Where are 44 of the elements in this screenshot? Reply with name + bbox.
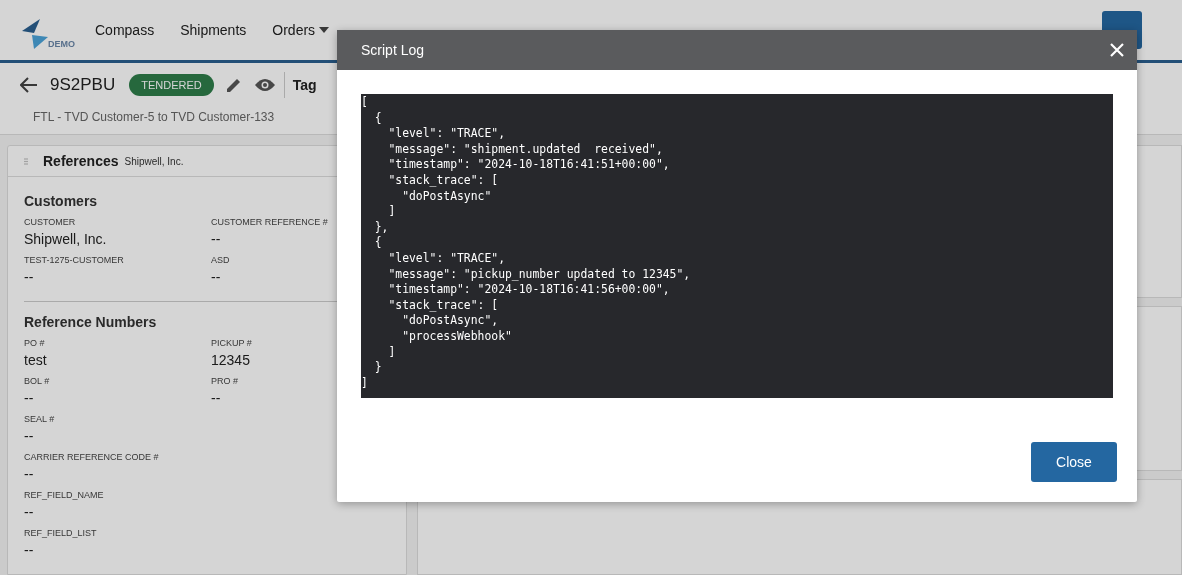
field-value: --	[211, 390, 221, 406]
nav-item[interactable]: Orders	[272, 22, 330, 38]
field-value: test	[24, 352, 47, 368]
close-button[interactable]: Close	[1031, 442, 1117, 482]
eye-icon[interactable]	[253, 78, 276, 92]
field-label: BOL #	[24, 376, 50, 386]
card-company: Shipwell, Inc.	[124, 155, 185, 167]
field-value: --	[24, 269, 34, 285]
field-label: CUSTOMER REFERENCE #	[211, 217, 328, 227]
field-value: Shipwell, Inc.	[24, 231, 107, 247]
tags-label: Tag	[292, 77, 317, 93]
section-title: Reference Numbers	[24, 314, 158, 330]
field-value: --	[24, 466, 34, 482]
shipment-route: FTL - TVD Customer-5 to TVD Customer-133	[33, 110, 275, 124]
logo-caption: DEMO	[48, 39, 75, 49]
field-value: --	[24, 542, 34, 558]
back-arrow-icon[interactable]	[20, 77, 38, 93]
nav-item[interactable]: Shipments	[180, 22, 247, 38]
card-title: References	[43, 153, 119, 169]
nav-item[interactable]: Compass	[95, 22, 155, 38]
field-label: ASD	[211, 255, 230, 265]
field-label: TEST-1275-CUSTOMER	[24, 255, 124, 265]
status-badge: TENDERED	[129, 74, 214, 96]
field-label: PO #	[24, 338, 45, 348]
field-label: CUSTOMER	[24, 217, 76, 227]
close-icon[interactable]	[1109, 42, 1125, 58]
field-value: 12345	[211, 352, 250, 368]
field-value: --	[211, 269, 221, 285]
section-title: Customers	[24, 193, 99, 209]
field-label: CARRIER REFERENCE CODE #	[24, 452, 159, 462]
field-value: --	[24, 390, 34, 406]
shipment-id: 9S2PBU	[50, 75, 116, 95]
field-value: --	[24, 428, 34, 444]
dialog-title: Script Log	[361, 42, 425, 58]
pencil-icon[interactable]	[225, 77, 242, 93]
field-label: PRO #	[211, 376, 238, 386]
field-label: REF_FIELD_LIST	[24, 528, 97, 538]
field-label: REF_FIELD_NAME	[24, 490, 104, 500]
caret-icon	[319, 27, 330, 33]
field-value: --	[24, 504, 34, 520]
field-value: --	[211, 231, 221, 247]
field-label: SEAL #	[24, 414, 55, 424]
field-label: PICKUP #	[211, 338, 252, 348]
log-output: [ { "level": "TRACE", "message": "shipment.updated received", "timestamp": "2024-10-18T16:41:51+00:00", "stack_trace": [ "doPostAsync" ] }, { "level": "TRACE", "message": "pickup_number updated to 12345", "timestamp": "2024-10-18T16:41:56+00:00", "stack_trace": [ "doPostAsync", "processWebhook" ] } ]	[361, 94, 1113, 398]
